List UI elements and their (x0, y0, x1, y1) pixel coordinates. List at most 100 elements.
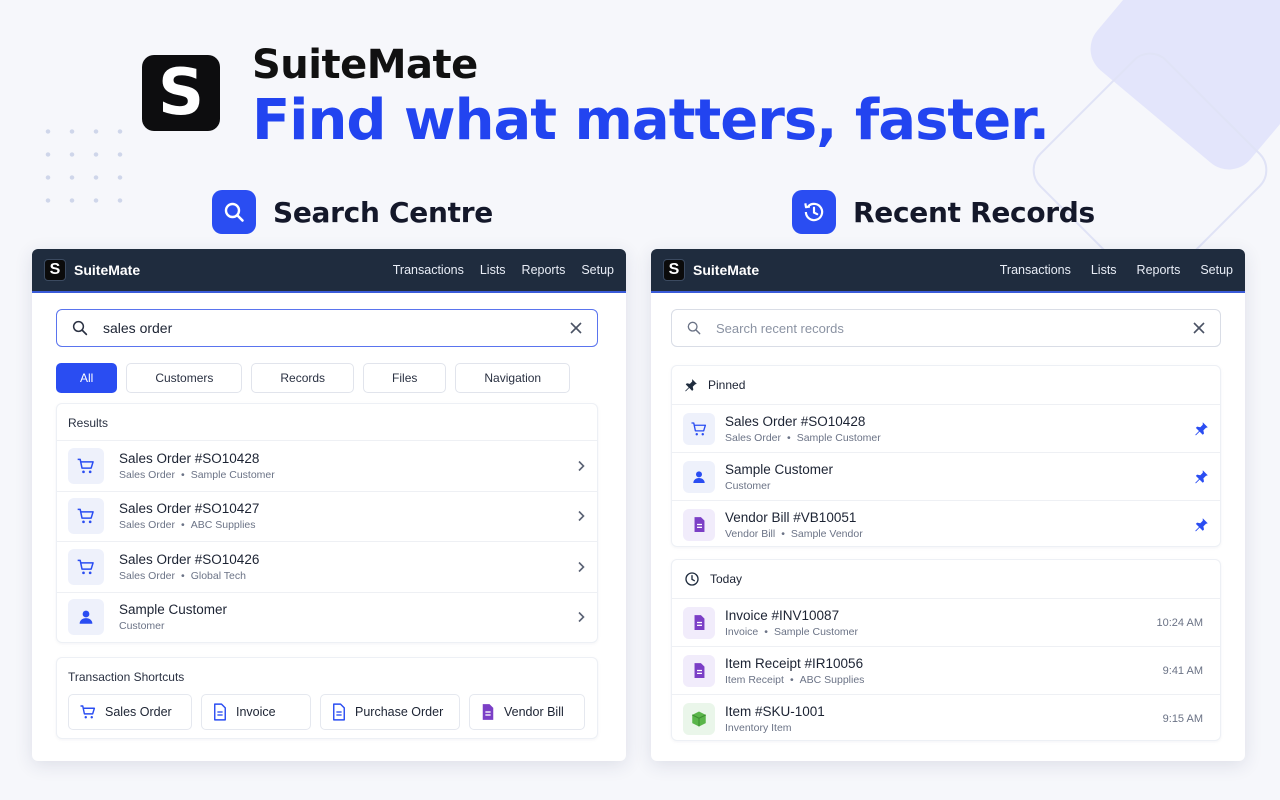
record-title: Item #SKU-1001 (725, 703, 825, 719)
today-label: Today (710, 572, 743, 586)
recent-records-title: Recent Records (853, 195, 1095, 229)
nav-link-transactions[interactable]: Transactions (393, 263, 464, 277)
hero-logo: S (142, 55, 220, 131)
filter-chip-all[interactable]: All (56, 363, 118, 393)
nav-link-lists[interactable]: Lists (480, 263, 506, 277)
nav-link-transactions[interactable]: Transactions (1000, 263, 1071, 277)
result-title: Sales Order #SO10426 (119, 551, 260, 567)
recent-records-heading: Recent Records (792, 190, 1095, 234)
filter-chip-customers[interactable]: Customers (126, 363, 243, 393)
clock-history-icon (792, 190, 836, 234)
navbar: S SuiteMate Transactions Lists Reports S… (651, 249, 1245, 293)
chevron-right-icon (578, 460, 585, 471)
pinned-row[interactable]: Sample Customer Customer (672, 452, 1220, 500)
shortcut-label: Purchase Order (355, 705, 444, 719)
navbar-brand[interactable]: SuiteMate (693, 262, 759, 278)
record-time: 9:41 AM (1162, 664, 1203, 677)
record-type: Customer (725, 479, 771, 492)
record-type: Inventory Item (725, 721, 792, 734)
clock-icon (685, 572, 699, 586)
nav-link-setup[interactable]: Setup (1200, 263, 1233, 277)
pinned-row[interactable]: Sales Order #SO10428 Sales Order • Sample … (672, 404, 1220, 452)
document-purple-icon (482, 704, 494, 720)
pin-icon[interactable] (1194, 517, 1209, 532)
record-title: Sample Customer (725, 461, 834, 477)
global-search-box (56, 309, 598, 347)
record-type: Sales Order (725, 431, 782, 444)
result-row[interactable]: Sales Order #SO10426 Sales Order • Global … (57, 541, 597, 592)
nav-link-reports[interactable]: Reports (522, 263, 566, 277)
document-purple-icon (683, 606, 715, 639)
document-purple-icon (683, 654, 715, 687)
shortcut-vendor-bill-button[interactable]: Vendor Bill (469, 694, 585, 730)
cart-icon (683, 412, 715, 445)
result-title: Sample Customer (119, 602, 228, 618)
shortcut-invoice-button[interactable]: Invoice (201, 694, 311, 730)
filter-chips: All Customers Records Files Navigation (56, 363, 571, 393)
record-title: Vendor Bill #VB10051 (725, 509, 857, 525)
pin-icon (685, 379, 697, 392)
chevron-right-icon (578, 612, 585, 623)
filter-chip-records[interactable]: Records (251, 363, 355, 393)
record-title: Sales Order #SO10428 (725, 413, 866, 429)
navbar-brand[interactable]: SuiteMate (74, 262, 140, 278)
recent-row[interactable]: Invoice #INV10087 Invoice • Sample Custome… (672, 598, 1220, 646)
result-title: Sales Order #SO10428 (119, 450, 260, 466)
search-centre-panel: S SuiteMate Transactions Lists Reports S… (32, 249, 626, 761)
shortcut-label: Invoice (236, 705, 276, 719)
search-centre-heading: Search Centre (212, 190, 493, 234)
cart-icon (68, 548, 104, 585)
recent-row[interactable]: Item Receipt #IR10056 Item Receipt • ABC S… (672, 646, 1220, 694)
nav-link-setup[interactable]: Setup (581, 263, 614, 277)
pin-icon[interactable] (1194, 469, 1209, 484)
result-row[interactable]: Sales Order #SO10427 Sales Order • ABC Sup… (57, 490, 597, 542)
search-icon (72, 320, 88, 336)
shortcut-sales-order-button[interactable]: Sales Order (68, 694, 192, 730)
navbar-logo[interactable]: S (663, 259, 685, 281)
record-title: Item Receipt #IR10056 (725, 655, 864, 671)
nav-link-reports[interactable]: Reports (1137, 263, 1181, 277)
search-icon (212, 190, 256, 234)
navbar-logo[interactable]: S (44, 259, 66, 281)
result-entity: Sample Customer (190, 468, 275, 481)
transaction-shortcuts-card: Transaction Shortcuts Sales Order Invoic… (56, 657, 598, 739)
hero-logo-letter: S (157, 56, 205, 130)
record-entity: Sample Customer (773, 625, 858, 638)
shortcut-label: Sales Order (105, 705, 172, 719)
document-icon (333, 703, 345, 721)
record-time: 9:15 AM (1162, 712, 1203, 725)
result-row[interactable]: Sales Order #SO10428 Sales Order • Sample … (57, 440, 597, 491)
clear-search-icon[interactable] (569, 321, 583, 335)
recent-row[interactable]: Item #SKU-1001 Inventory Item 9:15 AM (672, 694, 1220, 742)
box-icon (683, 702, 715, 735)
cart-icon (68, 498, 104, 535)
shortcut-purchase-order-button[interactable]: Purchase Order (320, 694, 460, 730)
result-type: Sales Order (119, 468, 176, 481)
cart-icon (80, 705, 96, 719)
global-search-input[interactable] (103, 320, 569, 336)
pinned-row[interactable]: Vendor Bill #VB10051 Vendor Bill • Sample … (672, 500, 1220, 548)
hero-brand: SuiteMate (252, 42, 478, 88)
person-icon (68, 599, 104, 636)
clear-search-icon[interactable] (1192, 321, 1206, 335)
search-icon (687, 321, 701, 335)
document-icon (214, 703, 226, 721)
filter-chip-files[interactable]: Files (363, 363, 447, 393)
person-icon (683, 460, 715, 493)
navbar: S SuiteMate Transactions Lists Reports S… (32, 249, 626, 293)
shortcut-label: Vendor Bill (504, 705, 564, 719)
record-entity: Sample Vendor (790, 527, 863, 540)
chevron-right-icon (578, 561, 585, 572)
nav-link-lists[interactable]: Lists (1091, 263, 1117, 277)
result-type: Sales Order (119, 569, 176, 582)
result-type: Sales Order (119, 519, 176, 532)
today-card: Today Invoice #INV10087 Invoice • Sample C… (671, 559, 1221, 741)
filter-chip-navigation[interactable]: Navigation (455, 363, 571, 393)
recent-search-input[interactable] (716, 320, 1192, 336)
result-row[interactable]: Sample Customer Customer (57, 591, 597, 643)
search-centre-title: Search Centre (273, 195, 493, 229)
result-entity: ABC Supplies (190, 519, 256, 532)
cart-icon (68, 447, 104, 484)
recent-records-panel: S SuiteMate Transactions Lists Reports S… (651, 249, 1245, 761)
pin-icon[interactable] (1194, 421, 1209, 436)
